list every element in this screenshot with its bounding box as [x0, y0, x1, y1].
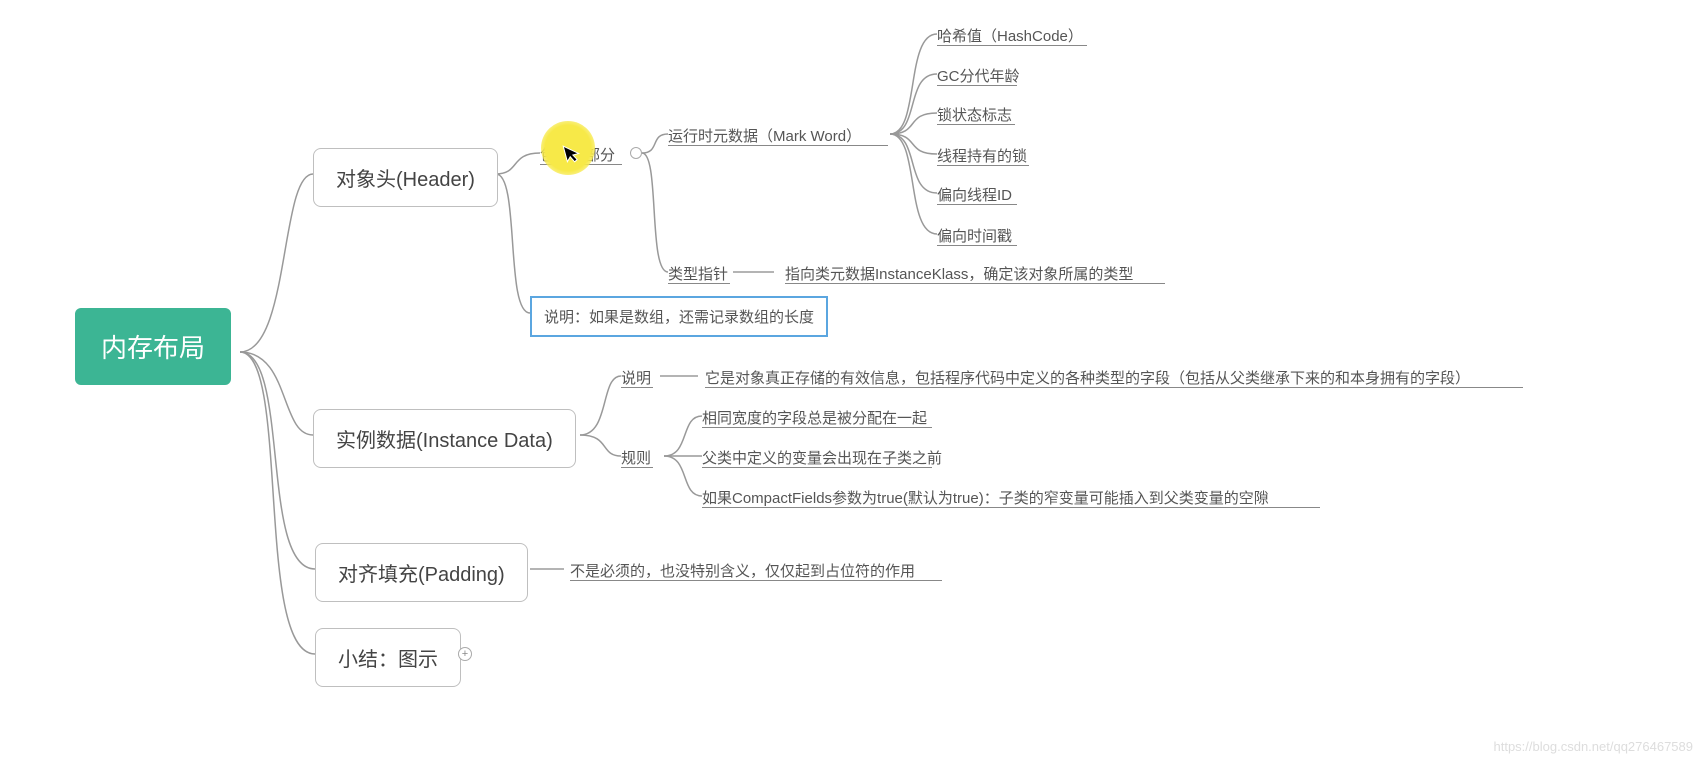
- node-instance-desc-label[interactable]: 说明: [621, 367, 651, 388]
- array-note-label: 说明：如果是数组，还需记录数组的长度: [544, 309, 814, 326]
- node-instance-data[interactable]: 实例数据(Instance Data): [313, 409, 576, 468]
- instance-desc-text: 它是对象真正存储的有效信息，包括程序代码中定义的各种类型的字段（包括从父类继承下…: [705, 370, 1470, 387]
- lock-flag-label: 锁状态标志: [937, 107, 1012, 124]
- expand-icon[interactable]: +: [458, 647, 472, 661]
- biased-thread-label: 偏向线程ID: [937, 187, 1012, 204]
- node-thread-lock[interactable]: 线程持有的锁: [937, 145, 1027, 166]
- mark-word-label: 运行时元数据（Mark Word）: [668, 128, 861, 145]
- rule-3-label: 如果CompactFields参数为true(默认为true)：子类的窄变量可能…: [702, 490, 1269, 507]
- node-lock-flag[interactable]: 锁状态标志: [937, 104, 1012, 125]
- rule-label: 规则: [621, 450, 651, 467]
- node-instance-label: 实例数据(Instance Data): [336, 430, 553, 452]
- node-instance-desc: 它是对象真正存储的有效信息，包括程序代码中定义的各种类型的字段（包括从父类继承下…: [705, 367, 1470, 388]
- node-gc-age[interactable]: GC分代年龄: [937, 65, 1020, 86]
- rule-1-label: 相同宽度的字段总是被分配在一起: [702, 410, 927, 427]
- biased-time-label: 偏向时间戳: [937, 228, 1012, 245]
- hashcode-label: 哈希值（HashCode）: [937, 28, 1083, 45]
- gc-age-label: GC分代年龄: [937, 68, 1020, 85]
- instance-desc-label: 说明: [621, 370, 651, 387]
- node-rule-1[interactable]: 相同宽度的字段总是被分配在一起: [702, 407, 927, 428]
- type-ptr-label: 类型指针: [668, 266, 728, 283]
- node-summary[interactable]: 小结：图示: [315, 628, 461, 687]
- watermark-text: https://blog.csdn.net/qq276467589: [1494, 739, 1694, 754]
- padding-desc-label: 不是必须的，也没特别含义，仅仅起到占位符的作用: [570, 563, 915, 580]
- rule-2-label: 父类中定义的变量会出现在子类之前: [702, 450, 942, 467]
- node-padding[interactable]: 对齐填充(Padding): [315, 543, 528, 602]
- root-label: 内存布局: [101, 333, 205, 363]
- node-array-note[interactable]: 说明：如果是数组，还需记录数组的长度: [530, 296, 828, 337]
- node-padding-desc: 不是必须的，也没特别含义，仅仅起到占位符的作用: [570, 560, 915, 581]
- collapse-icon[interactable]: [630, 147, 642, 159]
- node-summary-label: 小结：图示: [338, 649, 438, 671]
- type-ptr-desc-label: 指向类元数据InstanceKlass，确定该对象所属的类型: [785, 266, 1133, 283]
- thread-lock-label: 线程持有的锁: [937, 148, 1027, 165]
- node-biased-time[interactable]: 偏向时间戳: [937, 225, 1012, 246]
- node-mark-word[interactable]: 运行时元数据（Mark Word）: [668, 125, 861, 146]
- node-rule-2[interactable]: 父类中定义的变量会出现在子类之前: [702, 447, 942, 468]
- root-node[interactable]: 内存布局: [75, 308, 231, 385]
- node-rule-3[interactable]: 如果CompactFields参数为true(默认为true)：子类的窄变量可能…: [702, 487, 1269, 508]
- node-header[interactable]: 对象头(Header): [313, 148, 498, 207]
- node-type-ptr-desc: 指向类元数据InstanceKlass，确定该对象所属的类型: [785, 263, 1133, 284]
- node-rule-label[interactable]: 规则: [621, 447, 651, 468]
- node-hashcode[interactable]: 哈希值（HashCode）: [937, 25, 1083, 46]
- node-type-ptr[interactable]: 类型指针: [668, 263, 728, 284]
- node-biased-thread[interactable]: 偏向线程ID: [937, 184, 1012, 205]
- node-header-label: 对象头(Header): [336, 169, 475, 191]
- watermark: https://blog.csdn.net/qq276467589: [1494, 739, 1694, 754]
- node-padding-label: 对齐填充(Padding): [338, 564, 505, 586]
